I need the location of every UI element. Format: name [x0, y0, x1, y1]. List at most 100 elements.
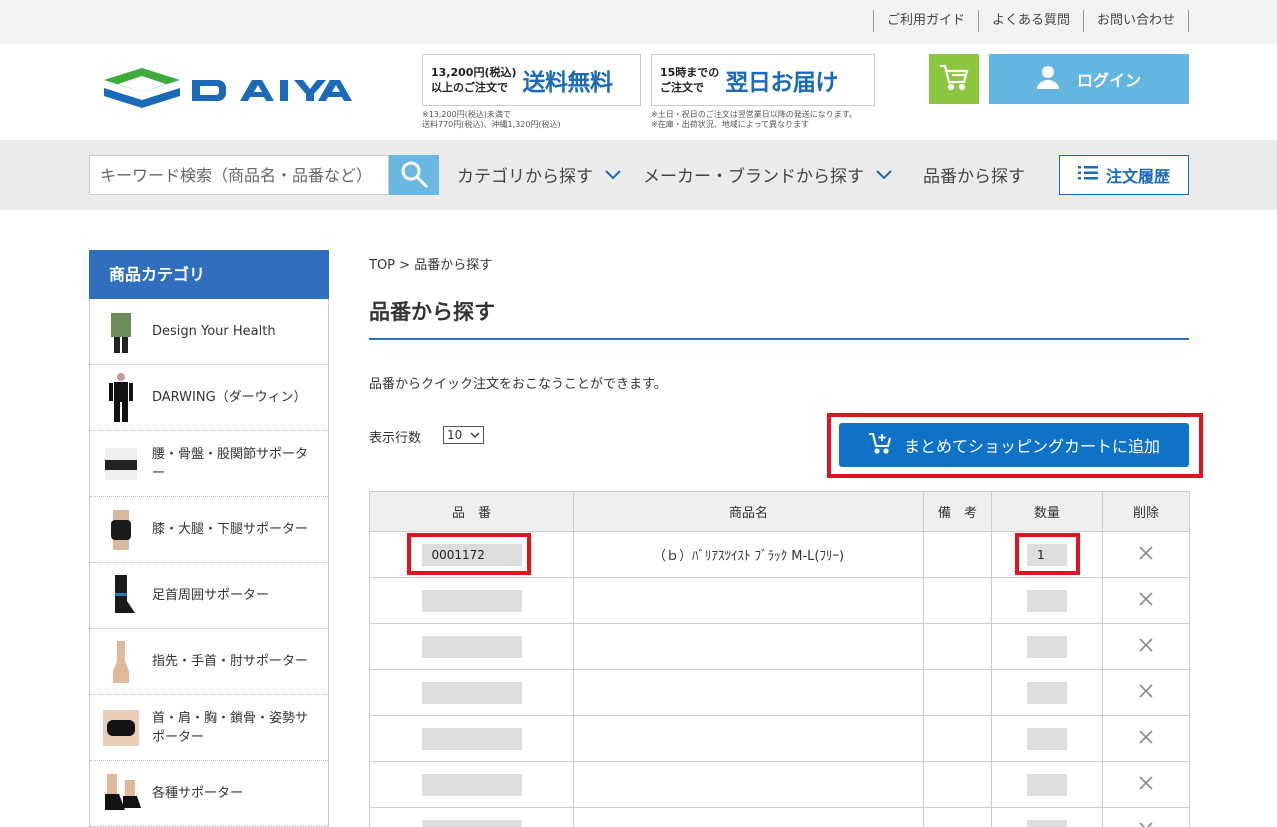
sidebar-item-neck[interactable]: 首・肩・胸・鎖骨・姿勢サポーター: [90, 695, 328, 761]
cart-button[interactable]: [929, 54, 979, 104]
sidebar-title: 商品カテゴリ: [89, 250, 329, 299]
chevron-down-icon: [876, 165, 892, 185]
close-icon: [1138, 729, 1154, 748]
sidebar-item-label: DARWING（ダーウィン）: [152, 390, 307, 405]
product-name-cell: [573, 807, 924, 827]
code-cell: [369, 761, 574, 808]
sidebar-item-label: 足首周囲サポーター: [152, 588, 270, 603]
login-button[interactable]: ログイン: [989, 54, 1189, 104]
cart-icon: [939, 64, 969, 95]
table-row: [369, 623, 1190, 670]
col-header-code: 品 番: [369, 491, 574, 532]
next-day-note: ※土日・祝日のご注文は翌営業日以降の発送になります。 ※在庫・出荷状況、地域によ…: [651, 110, 857, 129]
delete-row-button[interactable]: [1138, 591, 1154, 610]
guide-link[interactable]: ご利用ガイド: [872, 10, 978, 32]
quantity-input[interactable]: [1027, 681, 1067, 704]
chevron-down-icon: [605, 165, 621, 185]
quantity-input[interactable]: [1027, 589, 1067, 612]
sidebar-item-label: 首・肩・胸・鎖骨・姿勢サポーター: [152, 710, 309, 745]
site-header: 13,200円(税込) 以上のご注文で 送料無料 ※13,200円(税込)未満で…: [0, 44, 1277, 140]
part-number-input[interactable]: [421, 819, 522, 827]
delete-row-button[interactable]: [1138, 683, 1154, 702]
sidebar-item-wrist[interactable]: 指先・手首・肘サポーター: [90, 629, 328, 695]
delete-row-button[interactable]: [1138, 545, 1154, 564]
rows-per-page-label: 表示行数: [369, 431, 422, 446]
title-divider: [369, 338, 1189, 340]
faq-link[interactable]: よくある質問: [977, 10, 1083, 32]
delete-cell: [1102, 669, 1190, 716]
category-sidebar: 商品カテゴリ Design Your Health DARWING（ダーウィン）…: [89, 250, 329, 827]
contact-link[interactable]: お問い合わせ: [1082, 10, 1189, 32]
search-button[interactable]: [389, 155, 439, 195]
product-name-cell: [573, 577, 924, 624]
qty-cell: [991, 761, 1103, 808]
free-shipping-condition-2: 以上のご注文で: [431, 81, 508, 94]
page-description: 品番からクイック注文をおこなうことができます。: [369, 377, 667, 392]
order-history-label: 注文履歴: [1105, 167, 1170, 186]
next-day-condition-2: ご注文で: [660, 81, 704, 94]
part-number-input[interactable]: [421, 727, 522, 750]
free-shipping-banner: 13,200円(税込) 以上のご注文で 送料無料: [422, 54, 641, 106]
sidebar-item-label: 指先・手首・肘サポーター: [152, 654, 309, 669]
sidebar-item-darwing[interactable]: DARWING（ダーウィン）: [90, 365, 328, 431]
free-shipping-text: 送料無料: [522, 70, 614, 96]
delete-row-button[interactable]: [1138, 775, 1154, 794]
quantity-input[interactable]: [1027, 773, 1067, 796]
part-number-input[interactable]: [421, 681, 522, 704]
delete-cell: [1102, 715, 1190, 762]
next-day-text: 翌日お届け: [725, 70, 838, 96]
code-cell: [369, 577, 574, 624]
nav-maker[interactable]: メーカー・ブランドから探す: [643, 162, 892, 187]
highlight-box: [1015, 533, 1080, 575]
qty-cell: [991, 577, 1103, 624]
breadcrumb-top-link[interactable]: TOP: [369, 258, 395, 273]
daiya-logo[interactable]: [104, 66, 354, 110]
delete-row-button[interactable]: [1138, 729, 1154, 748]
close-icon: [1138, 545, 1154, 564]
next-day-banner: 15時までの ご注文で 翌日お届け: [651, 54, 875, 106]
nav-category[interactable]: カテゴリから探す: [457, 162, 621, 187]
next-day-condition: 15時までの: [660, 66, 720, 79]
code-cell: [369, 623, 574, 670]
nav-band: カテゴリから探す メーカー・ブランドから探す 品番から探す 注文履歴: [0, 140, 1277, 210]
product-name-cell: [573, 761, 924, 808]
rows-per-page-select[interactable]: 10: [443, 426, 484, 444]
quantity-input[interactable]: [1027, 727, 1067, 750]
col-header-note: 備 考: [923, 491, 992, 532]
page-title: 品番から探す: [369, 300, 495, 324]
delete-row-button[interactable]: [1138, 821, 1154, 827]
quantity-input[interactable]: [1027, 635, 1067, 658]
nav-partno[interactable]: 品番から探す: [923, 162, 1025, 187]
product-thumbnail: [90, 761, 152, 827]
part-number-input[interactable]: [421, 773, 522, 796]
chevron-down-icon: [470, 428, 480, 442]
sidebar-item-knee[interactable]: 膝・大腿・下腿サポーター: [90, 497, 328, 563]
part-number-input[interactable]: [421, 589, 522, 612]
delete-cell: [1102, 577, 1190, 624]
delete-row-button[interactable]: [1138, 637, 1154, 656]
quantity-input[interactable]: [1027, 819, 1067, 827]
qty-cell: [991, 623, 1103, 670]
add-all-to-cart-label: まとめてショッピングカートに追加: [903, 437, 1160, 456]
code-cell: [369, 669, 574, 716]
free-shipping-note: ※13,200円(税込)未満で 送料770円(税込)、沖縄1,320円(税込): [422, 110, 561, 129]
nav-category-label: カテゴリから探す: [457, 167, 593, 187]
note-cell: [923, 623, 992, 670]
table-header-row: 品 番 商品名 備 考 数量 削除: [369, 491, 1190, 532]
breadcrumb-separator: >: [399, 258, 411, 273]
sidebar-item-design-your-health[interactable]: Design Your Health: [90, 299, 328, 365]
table-row: [369, 807, 1190, 827]
list-icon: [1077, 165, 1098, 185]
order-history-button[interactable]: 注文履歴: [1059, 155, 1189, 195]
product-name-cell: [573, 669, 924, 716]
user-icon: [1036, 65, 1059, 93]
search-input[interactable]: [89, 155, 389, 195]
sidebar-item-misc[interactable]: 各種サポーター: [90, 761, 328, 827]
login-label: ログイン: [1076, 71, 1141, 90]
add-all-to-cart-button[interactable]: まとめてショッピングカートに追加: [839, 423, 1189, 467]
sidebar-item-ankle[interactable]: 足首周囲サポーター: [90, 563, 328, 629]
product-thumbnail: [90, 365, 152, 431]
part-number-input[interactable]: [421, 635, 522, 658]
product-thumbnail: [90, 563, 152, 629]
sidebar-item-waist[interactable]: 腰・骨盤・股関節サポーター: [90, 431, 328, 497]
